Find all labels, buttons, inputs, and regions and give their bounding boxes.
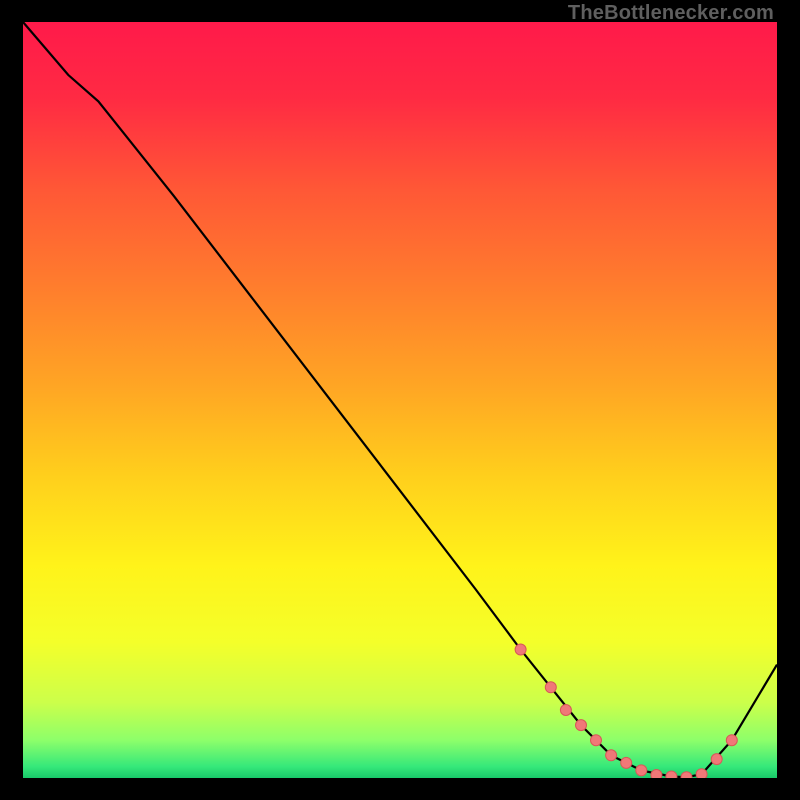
highlight-dot [726, 735, 737, 746]
highlight-dot [606, 750, 617, 761]
highlight-dot [696, 769, 707, 778]
highlight-dot [515, 644, 526, 655]
highlight-dot [591, 735, 602, 746]
highlight-dot [560, 705, 571, 716]
highlight-dot [636, 765, 647, 776]
highlight-dot [711, 754, 722, 765]
chart-svg [23, 22, 777, 778]
highlight-dot [651, 770, 662, 779]
highlight-dot [681, 772, 692, 778]
highlight-dot [576, 720, 587, 731]
highlight-dot [621, 757, 632, 768]
highlight-dot [666, 771, 677, 778]
highlight-dot [545, 682, 556, 693]
gradient-background [23, 22, 777, 778]
